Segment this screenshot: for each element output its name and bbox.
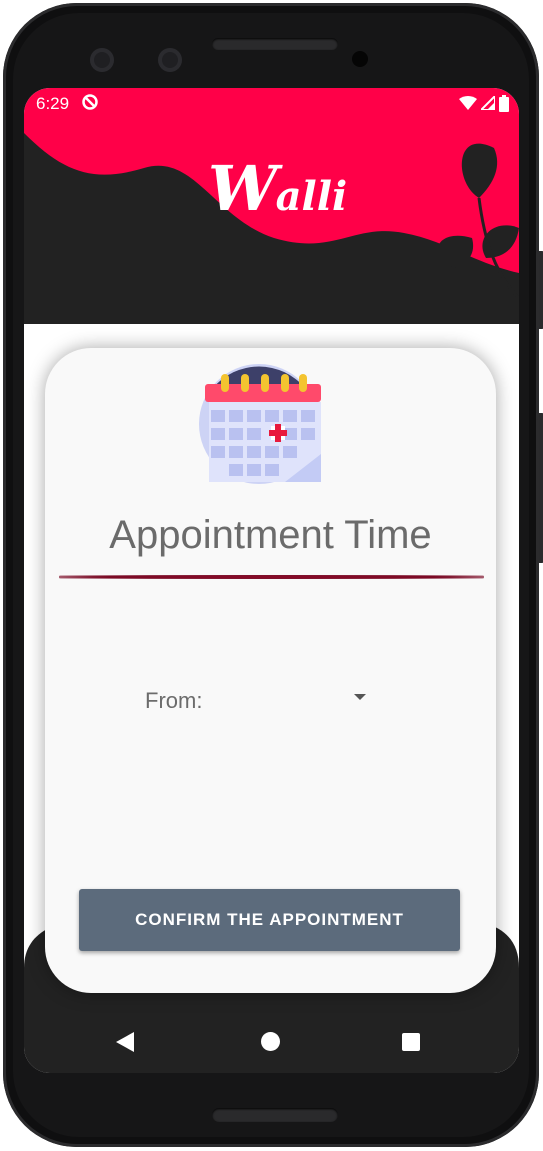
- title-underline: [59, 575, 484, 579]
- home-icon[interactable]: [261, 1032, 280, 1051]
- front-camera-left: [90, 48, 114, 72]
- appointment-card: Appointment Time From: CONFIRM THE APPOI…: [45, 348, 496, 993]
- walli-logo: Walli: [208, 152, 348, 225]
- signal-icon: [481, 96, 495, 110]
- calendar-icon: [199, 364, 321, 484]
- confirm-appointment-button[interactable]: CONFIRM THE APPOINTMENT: [79, 889, 460, 951]
- from-dropdown[interactable]: [354, 694, 366, 700]
- bottom-speaker: [212, 1108, 338, 1122]
- status-icons: [459, 94, 509, 112]
- dnd-icon: [82, 94, 98, 110]
- proximity-sensor: [352, 51, 368, 67]
- from-label: From:: [145, 688, 203, 713]
- status-time: 6:29: [36, 94, 70, 113]
- status-bar: 6:29: [24, 88, 519, 120]
- volume-button: [539, 413, 543, 563]
- navigation-bar: [24, 1008, 519, 1073]
- battery-icon: [499, 94, 509, 112]
- earpiece-speaker: [212, 38, 338, 50]
- screen: Walli 6:29 Appointment Time From: CONFIR…: [24, 88, 519, 1073]
- recents-icon[interactable]: [402, 1033, 420, 1051]
- front-camera-right: [158, 48, 182, 72]
- back-icon[interactable]: [116, 1032, 134, 1052]
- card-title: Appointment Time: [109, 513, 432, 557]
- power-button: [539, 251, 543, 329]
- wifi-icon: [459, 96, 477, 110]
